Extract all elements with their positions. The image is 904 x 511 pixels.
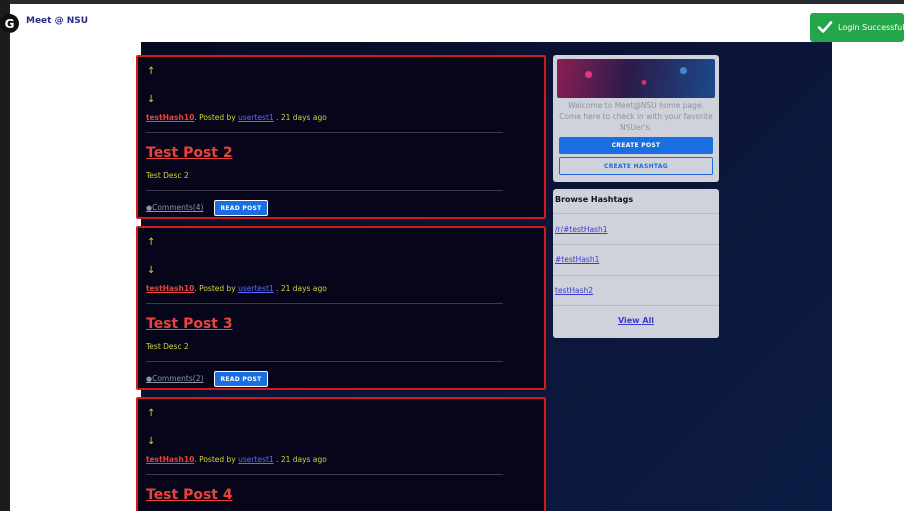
upvote-icon[interactable]: ↑ (147, 237, 155, 248)
upvote-icon[interactable]: ↑ (147, 66, 155, 77)
checkmark-icon (817, 21, 833, 33)
post-card: ↑ ↓ testHash10. Posted by usertest1 . 21… (136, 226, 546, 390)
post-age: . 21 days ago (276, 455, 327, 464)
post-hashtag-link[interactable]: testHash10 (146, 284, 194, 293)
view-all-link[interactable]: View All (553, 316, 719, 325)
divider (146, 361, 503, 362)
read-post-button[interactable]: READ POST (214, 200, 268, 216)
browse-hashtags-card: Browse Hashtags /r/#testHash1 #testHash1… (553, 189, 719, 338)
post-author-link[interactable]: usertest1 (238, 113, 274, 122)
brand-link[interactable]: Meet @ NSU (26, 16, 88, 26)
posted-by-text: . Posted by (194, 455, 239, 464)
post-description: Test Desc 2 (146, 342, 189, 351)
comments-count: Comments(2) (152, 374, 204, 383)
downvote-icon[interactable]: ↓ (147, 94, 155, 105)
post-title-link[interactable]: Test Post 4 (146, 487, 233, 503)
hashtag-link[interactable]: /r/#testHash1 (555, 225, 608, 234)
divider (146, 190, 503, 191)
post-title-link[interactable]: Test Post 3 (146, 316, 233, 332)
posted-by-text: . Posted by (194, 284, 239, 293)
divider (553, 275, 719, 276)
post-title-link[interactable]: Test Post 2 (146, 145, 233, 161)
post-author-link[interactable]: usertest1 (238, 455, 274, 464)
banner-image (557, 59, 715, 98)
comments-link[interactable]: ●Comments(2) (146, 374, 203, 383)
toast-message: Login Successful (838, 23, 904, 32)
downvote-icon[interactable]: ↓ (147, 265, 155, 276)
post-hashtag-link[interactable]: testHash10 (146, 113, 194, 122)
login-toast[interactable]: Login Successful (810, 13, 904, 42)
posted-by-text: . Posted by (194, 113, 239, 122)
post-meta: testHash10. Posted by usertest1 . 21 day… (146, 455, 327, 464)
post-description: Test Desc 2 (146, 171, 189, 180)
divider (553, 213, 719, 214)
welcome-text: Welcome to Meet@NSU home page. Come here… (559, 101, 713, 132)
comments-link[interactable]: ●Comments(4) (146, 203, 203, 212)
divider (553, 244, 719, 245)
post-hashtag-link[interactable]: testHash10 (146, 455, 194, 464)
top-navbar: G Meet @ NSU (0, 4, 904, 42)
post-age: . 21 days ago (276, 113, 327, 122)
hashtag-link[interactable]: testHash2 (555, 286, 593, 295)
create-hashtag-button[interactable]: CREATE HASHTAG (559, 157, 713, 175)
post-meta: testHash10. Posted by usertest1 . 21 day… (146, 113, 327, 122)
upvote-icon[interactable]: ↑ (147, 408, 155, 419)
divider (146, 474, 503, 475)
post-card: ↑ ↓ testHash10. Posted by usertest1 . 21… (136, 55, 546, 219)
divider (146, 303, 503, 304)
hashtag-link[interactable]: #testHash1 (555, 255, 599, 264)
post-age: . 21 days ago (276, 284, 327, 293)
browse-hashtags-title: Browse Hashtags (555, 195, 634, 204)
post-author-link[interactable]: usertest1 (238, 284, 274, 293)
post-meta: testHash10. Posted by usertest1 . 21 day… (146, 284, 327, 293)
downvote-icon[interactable]: ↓ (147, 436, 155, 447)
divider (146, 132, 503, 133)
screen: G Meet @ NSU ↑ ↓ testHash10. Posted by u… (0, 0, 904, 511)
comments-count: Comments(4) (152, 203, 204, 212)
read-post-button[interactable]: READ POST (214, 371, 268, 387)
welcome-card: Welcome to Meet@NSU home page. Come here… (553, 55, 719, 182)
app-logo-icon[interactable]: G (0, 14, 19, 33)
create-post-button[interactable]: CREATE POST (559, 137, 713, 154)
window-edge (0, 0, 10, 511)
post-card: ↑ ↓ testHash10. Posted by usertest1 . 21… (136, 397, 546, 511)
divider (553, 305, 719, 306)
